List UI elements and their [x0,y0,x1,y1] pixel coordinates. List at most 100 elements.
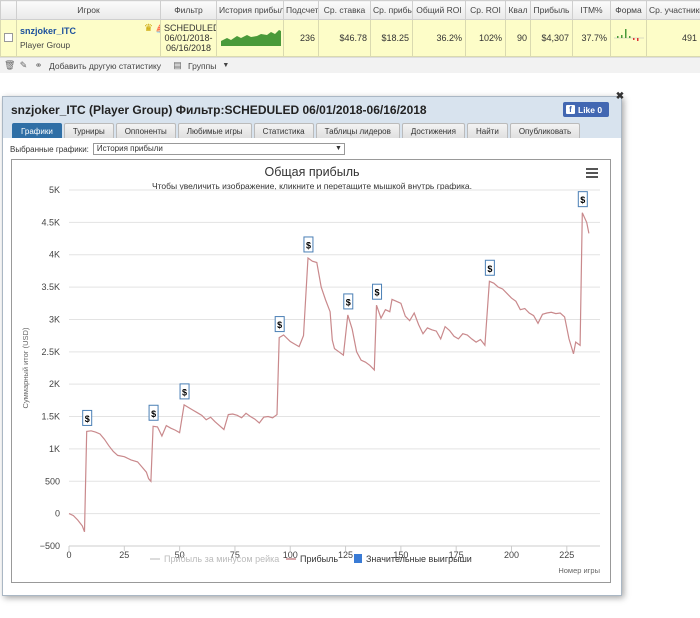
col-header-avg-entrants[interactable]: Ср. участники [646,0,700,20]
add-stat-button[interactable]: Добавить другую статистику [49,61,161,71]
col-header-itm[interactable]: ITM% [572,0,611,20]
big-win-flag[interactable]: $ [372,283,383,300]
stats-table: Игрок Фильтр История прибыли Подсчет Ср.… [0,0,700,57]
legend-item-label: Прибыль за минусом рейка [164,554,279,564]
col-header-total-roi[interactable]: Общий ROI [412,0,466,20]
dollar-icon: $ [85,414,90,424]
legend-item-label: Значительные выигрыши [366,554,472,564]
tab-charts[interactable]: Графики [12,123,62,138]
filter-cell: SCHEDULED 06/01/2018-06/16/2018 [160,19,217,57]
profit-cell: $4,307 [530,19,573,57]
big-win-flag[interactable]: $ [148,404,159,421]
table-row[interactable]: snzjoker_ITC Player Group ♛ ⛵ SCHEDULED … [0,19,700,57]
y-tick-label: 4.5K [41,217,60,227]
tab-tournaments[interactable]: Турниры [63,123,114,138]
itm-cell: 37.7% [572,19,611,57]
y-tick-label: 2K [49,379,60,389]
legend-item-label: Прибыль [300,554,338,564]
y-tick-label: 4K [49,250,60,260]
col-header-filter[interactable]: Фильтр [160,0,217,20]
x-tick-label: 200 [504,550,519,560]
dollar-icon: $ [487,264,492,274]
y-tick-label: 3K [49,314,60,324]
dollar-icon: $ [346,297,351,307]
big-win-flag[interactable]: $ [303,236,314,253]
qual-cell: 90 [505,19,531,57]
tab-find[interactable]: Найти [466,123,508,138]
player-name-link[interactable]: snzjoker_ITC [20,26,157,36]
big-win-flag[interactable]: $ [179,383,190,400]
tab-opponents[interactable]: Оппоненты [115,123,176,138]
chart-select-row: Выбранные графики: История прибыли ▼ [3,139,621,159]
total-roi-cell: 36.2% [412,19,466,57]
tab-publish[interactable]: Опубликовать [509,123,581,138]
table-toolbar: 🗑 ✎ ⚭ Добавить другую статистику ▤ Групп… [0,57,700,73]
col-header-avg-roi[interactable]: Ср. ROI [465,0,506,20]
col-header-form[interactable]: Форма [610,0,647,20]
profit-history-sparkline[interactable] [216,19,284,57]
edit-icon[interactable]: ✎ [19,60,28,71]
link-icon[interactable]: ⚭ [34,60,43,71]
big-win-flag[interactable]: $ [274,316,285,333]
trophy-icon: ♛ [144,23,153,34]
close-icon[interactable]: ✖ [615,92,625,102]
chart-plot[interactable]: −50005001K1.5K2K2.5K3K3.5K4K4.5K5K0 25 50 7… [12,160,612,584]
legend-swatch [354,554,362,563]
col-header-select [0,0,17,20]
x-axis-title: Номер игры [558,566,600,575]
dialog-header: snzjoker_ITC (Player Group) Фильтр:SCHED… [3,92,624,121]
count-cell: 236 [283,19,319,57]
dollar-icon: $ [580,195,585,205]
trash-icon[interactable]: 🗑 [4,60,15,71]
tab-favorite-games[interactable]: Любимые игры [177,123,252,138]
x-tick-label: 25 [119,550,129,560]
tab-bar: Графики Турниры Оппоненты Любимые игры С… [3,121,621,138]
row-checkbox[interactable] [4,32,13,42]
col-header-avg-profit[interactable]: Ср. прибыль [370,0,413,20]
tab-achievements[interactable]: Достижения [401,123,465,138]
big-win-flag[interactable]: $ [343,293,354,310]
form-svg [614,29,644,41]
y-tick-label: 3.5K [41,282,60,292]
tab-leaderboards[interactable]: Таблицы лидеров [315,123,400,138]
col-header-qual[interactable]: Квал [505,0,531,20]
facebook-icon: f [566,105,575,114]
col-header-profit-history[interactable]: История прибыли [216,0,284,20]
big-win-flag[interactable]: $ [484,259,495,276]
col-header-profit[interactable]: Прибыль [530,0,573,20]
tab-statistics[interactable]: Статистика [253,123,314,138]
dialog-title: snzjoker_ITC (Player Group) Фильтр:SCHED… [11,103,427,117]
col-header-avg-stake[interactable]: Ср. ставка [318,0,371,20]
chart-container[interactable]: Общая прибыль Чтобы увеличить изображени… [11,159,611,583]
big-win-flag[interactable]: $ [82,409,93,426]
ship-icon: ⛵ [155,23,160,34]
col-header-player[interactable]: Игрок [16,0,161,20]
player-dialog: snzjoker_ITC (Player Group) Фильтр:SCHED… [2,92,624,596]
dollar-icon: $ [182,387,187,397]
dollar-icon: $ [277,320,282,330]
y-axis-title: Суммарный итог (USD) [21,327,30,408]
x-tick-label: 125 [338,550,353,560]
chart-select-value: История прибыли [96,144,163,153]
y-tick-label: −500 [40,541,60,551]
dollar-icon: $ [306,240,311,250]
form-sparkline[interactable] [610,19,647,57]
groups-icon: ▤ [173,60,182,70]
facebook-like-button[interactable]: f Like 0 [563,102,609,117]
stats-panel: Игрок Фильтр История прибыли Подсчет Ср.… [0,0,700,73]
avg-roi-cell: 102% [465,19,506,57]
dollar-icon: $ [375,288,380,298]
profit-series-line [68,212,590,533]
avg-profit-cell: $18.25 [370,19,413,57]
big-win-flag[interactable]: $ [577,191,588,208]
chart-select[interactable]: История прибыли ▼ [92,143,345,155]
chevron-down-icon[interactable]: ▼ [222,62,229,69]
groups-dropdown[interactable]: Группы [188,61,216,71]
x-tick-label: 0 [66,550,71,560]
y-tick-label: 5K [49,185,60,195]
like-label: Like 0 [578,104,603,115]
chart-select-label: Выбранные графики: [10,144,89,154]
sparkline-svg [221,30,281,46]
y-tick-label: 0 [55,509,60,519]
col-header-count[interactable]: Подсчет [283,0,319,20]
